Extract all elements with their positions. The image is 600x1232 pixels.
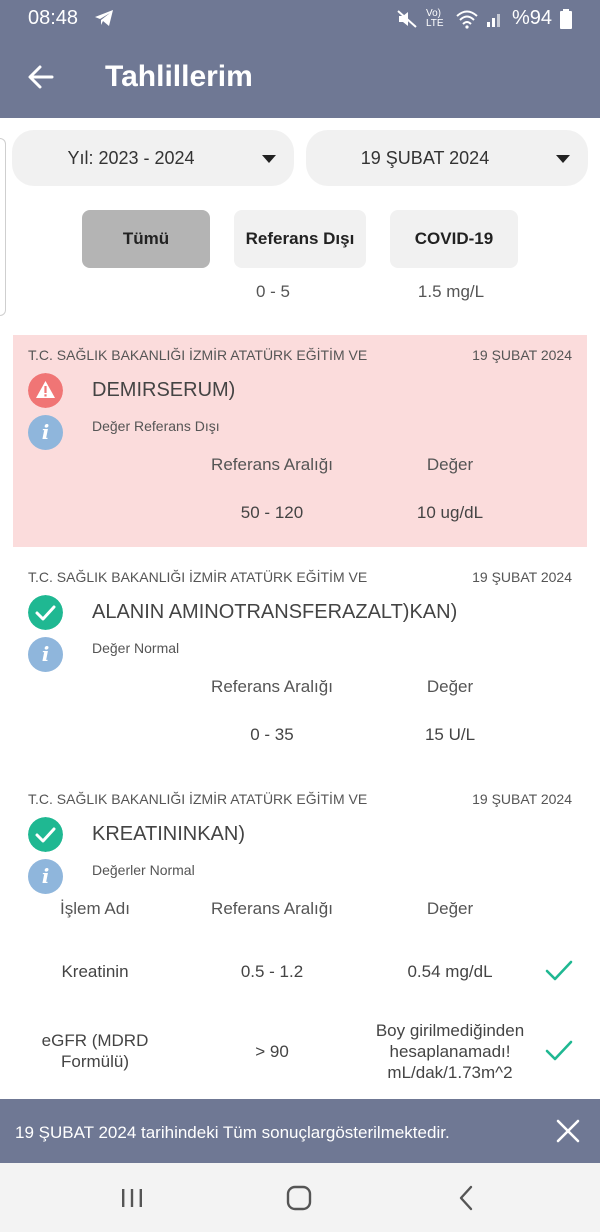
lte-label: Vo) LTE (425, 7, 444, 29)
signal-icon (486, 13, 500, 27)
filter-tab-out-of-range[interactable]: Referans Dışı (234, 210, 366, 268)
column-header-value: Değer (426, 899, 474, 918)
checkmark-icon (545, 1040, 573, 1061)
check-circle-icon (28, 595, 63, 630)
back-nav-icon[interactable] (452, 1183, 482, 1213)
institution-name: T.C. SAĞLIK BAKANLIĞI İZMİR ATATÜRK EĞİT… (28, 791, 368, 807)
battery-icon (560, 8, 572, 29)
filter-tab-covid[interactable]: COVID-19 (390, 210, 518, 268)
status-text: Değerler Normal (92, 862, 195, 878)
result-value: 15 U/L (424, 725, 476, 744)
date-dropdown[interactable]: 19 ŞUBAT 2024 (306, 130, 588, 186)
year-dropdown-value: Yıl: 2023 - 2024 (67, 148, 195, 168)
back-arrow-icon[interactable] (26, 62, 56, 92)
snackbar: 19 ŞUBAT 2024 tarihindeki Tüm sonuçlargö… (0, 1099, 600, 1163)
status-icons: Vo) LTE %94 (396, 7, 572, 30)
year-dropdown[interactable]: Yıl: 2023 - 2024 (12, 130, 294, 186)
info-icon[interactable]: i (28, 637, 63, 672)
test-name: KREATININKAN) (92, 823, 245, 845)
info-icon[interactable]: i (28, 415, 63, 450)
filter-tab-all[interactable]: Tümü (82, 210, 210, 268)
test-name: DEMIRSERUM) (92, 379, 236, 401)
column-header-range: Referans Aralığı (211, 455, 333, 474)
column-header-name: İşlem Adı (60, 899, 130, 918)
app-bar: Tahlillerim (0, 36, 600, 118)
result-card[interactable]: T.C. SAĞLIK BAKANLIĞI İZMİR ATATÜRK EĞİT… (13, 557, 587, 771)
filter-subtext: 1.5 mg/L (417, 282, 485, 301)
institution-name: T.C. SAĞLIK BAKANLIĞI İZMİR ATATÜRK EĞİT… (28, 347, 368, 363)
wifi-icon (456, 10, 478, 29)
result-card[interactable]: T.C. SAĞLIK BAKANLIĞI İZMİR ATATÜRK EĞİT… (13, 779, 587, 1099)
result-value: 10 ug/dL (416, 503, 484, 522)
institution-name: T.C. SAĞLIK BAKANLIĞI İZMİR ATATÜRK EĞİT… (28, 569, 368, 585)
status-text: Değer Referans Dışı (92, 418, 220, 434)
date-dropdown-value: 19 ŞUBAT 2024 (360, 148, 490, 168)
result-value-line: Boy girilmediğinden (375, 1021, 525, 1040)
row-name: Kreatinin (61, 962, 129, 981)
column-header-value: Değer (426, 455, 474, 474)
status-text: Değer Normal (92, 640, 180, 656)
checkmark-icon (545, 960, 573, 981)
range-value: 0.5 - 1.2 (240, 962, 304, 981)
caret-down-icon (556, 155, 570, 163)
result-value: 0.54 mg/dL (407, 962, 493, 981)
range-value: > 90 (255, 1042, 289, 1061)
clock: 08:48 (28, 7, 79, 29)
result-date: 19 ŞUBAT 2024 (472, 347, 572, 363)
mute-icon (397, 9, 417, 28)
range-value: 50 - 120 (240, 503, 304, 522)
range-value: 0 - 35 (250, 725, 294, 744)
filter-subtext: 0 - 5 (255, 282, 291, 301)
close-icon[interactable] (556, 1119, 580, 1143)
page-title: Tahlillerim (105, 60, 253, 93)
system-nav-bar (0, 1163, 600, 1232)
snackbar-message: 19 ŞUBAT 2024 tarihindeki Tüm sonuçlargö… (15, 1123, 450, 1142)
home-icon[interactable] (284, 1183, 314, 1213)
result-date: 19 ŞUBAT 2024 (472, 569, 572, 585)
result-date: 19 ŞUBAT 2024 (472, 791, 572, 807)
column-header-range: Referans Aralığı (211, 677, 333, 696)
result-value-line: hesaplanamadı! (389, 1042, 511, 1061)
battery-percent: %94 (511, 7, 552, 29)
info-icon[interactable]: i (28, 859, 63, 894)
row-name-line: Formülü) (60, 1052, 129, 1071)
warning-icon (28, 373, 63, 408)
result-card[interactable]: T.C. SAĞLIK BAKANLIĞI İZMİR ATATÜRK EĞİT… (13, 335, 587, 547)
caret-down-icon (262, 155, 276, 163)
check-circle-icon (28, 817, 63, 852)
status-bar: 08:48 Vo) LTE %94 (0, 0, 600, 36)
test-name: ALANIN AMINOTRANSFERAZALT)KAN) (92, 601, 458, 623)
row-name-line: eGFR (MDRD (41, 1031, 149, 1050)
column-header-range: Referans Aralığı (211, 899, 333, 918)
telegram-icon (95, 10, 113, 26)
recent-apps-icon[interactable] (117, 1183, 147, 1213)
result-value-line: mL/dak/1.73m^2 (387, 1063, 513, 1082)
column-header-value: Değer (426, 677, 474, 696)
